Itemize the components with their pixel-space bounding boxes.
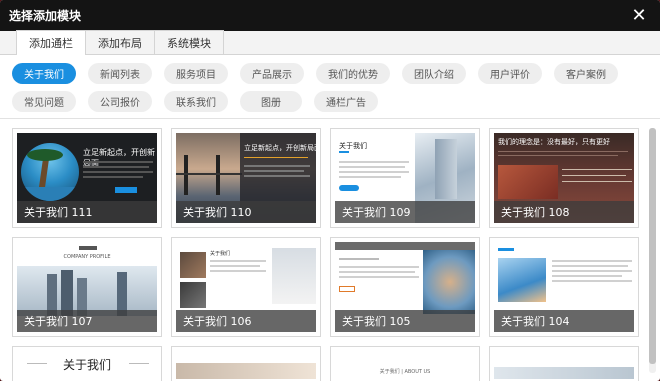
template-caption: 关于我们 106 (176, 310, 316, 332)
template-headline: COMPANY PROFILE (63, 254, 111, 260)
template-headline: 关于我们 (210, 251, 231, 257)
category-filter: 关于我们 新闻列表 服务项目 产品展示 我们的优势 团队介绍 用户评价 客户案例… (0, 55, 660, 112)
template-caption: 关于我们 107 (17, 310, 157, 332)
category-products[interactable]: 产品展示 (240, 63, 304, 84)
template-card-100[interactable] (489, 346, 639, 381)
template-headline: 立足新起点，开创新局面 (244, 144, 316, 152)
close-icon[interactable]: ✕ (630, 6, 648, 25)
template-card-108[interactable]: 我们的理念是：没有最好，只有更好 关于我们 108 (489, 128, 639, 228)
template-headline: 关于我们 (339, 142, 367, 150)
template-card-101[interactable]: 关于我们 | ABOUT US (330, 346, 480, 381)
template-caption: 关于我们 105 (335, 310, 475, 332)
template-caption: 关于我们 109 (335, 201, 475, 223)
grid-scrollbar[interactable] (649, 128, 656, 373)
tab-add-banner[interactable]: 添加通栏 (16, 30, 86, 55)
category-reviews[interactable]: 用户评价 (478, 63, 542, 84)
category-about-us[interactable]: 关于我们 (12, 63, 76, 84)
template-thumbnail (494, 367, 634, 379)
template-headline: 关于我们 (62, 358, 111, 372)
template-card-105[interactable]: 关于我们 105 (330, 237, 480, 337)
category-team[interactable]: 团队介绍 (402, 63, 466, 84)
template-caption: 关于我们 110 (176, 201, 316, 223)
template-card-106[interactable]: 关于我们 关于我们 106 (171, 237, 321, 337)
template-thumbnail (176, 363, 316, 379)
template-card-102[interactable] (171, 346, 321, 381)
template-headline: 我们的理念是：没有最好，只有更好 (498, 138, 610, 146)
template-caption: 关于我们 111 (17, 201, 157, 223)
category-faq[interactable]: 常见问题 (12, 90, 76, 112)
template-grid: 立足新起点，开创新局面 关于我们 111 立足新起点，开创新局面 关于我们 11… (12, 128, 646, 381)
template-card-104[interactable]: 关于我们 104 (489, 237, 639, 337)
category-banner-ad[interactable]: 通栏广告 (314, 90, 378, 112)
template-thumbnail: 关于我们 104 (494, 242, 634, 332)
template-grid-area: 立足新起点，开创新局面 关于我们 111 立足新起点，开创新局面 关于我们 11… (12, 128, 646, 381)
template-thumbnail: 关于我们 105 (335, 242, 475, 332)
tab-system-modules[interactable]: 系统模块 (155, 30, 224, 54)
template-card-110[interactable]: 立足新起点，开创新局面 关于我们 110 (171, 128, 321, 228)
template-thumbnail: 关于我们 关于我们 106 (176, 242, 316, 332)
template-card-109[interactable]: 关于我们 关于我们 109 (330, 128, 480, 228)
category-cases[interactable]: 客户案例 (554, 63, 618, 84)
template-card-103[interactable]: 关于我们 (12, 346, 162, 381)
category-gallery[interactable]: 图册 (240, 90, 302, 112)
template-thumbnail: COMPANY PROFILE 关于我们 107 (17, 242, 157, 332)
template-thumbnail: 关于我们 关于我们 109 (335, 133, 475, 223)
template-thumbnail: 立足新起点，开创新局面 关于我们 110 (176, 133, 316, 223)
tab-add-layout[interactable]: 添加布局 (86, 30, 155, 54)
dialog-title: 选择添加模块 (9, 9, 82, 23)
tab-bar: 添加通栏 添加布局 系统模块 (0, 30, 660, 55)
scrollbar-thumb[interactable] (649, 128, 656, 364)
template-card-107[interactable]: COMPANY PROFILE 关于我们 107 (12, 237, 162, 337)
template-caption: 关于我们 104 (494, 310, 634, 332)
divider (0, 118, 660, 119)
dialog-titlebar: 选择添加模块 ✕ (0, 0, 660, 31)
template-thumbnail: 立足新起点，开创新局面 关于我们 111 (17, 133, 157, 223)
category-advantages[interactable]: 我们的优势 (316, 63, 390, 84)
template-headline: 关于我们 | ABOUT US (379, 369, 431, 375)
template-card-111[interactable]: 立足新起点，开创新局面 关于我们 111 (12, 128, 162, 228)
category-pricing[interactable]: 公司报价 (88, 90, 152, 112)
category-contact[interactable]: 联系我们 (164, 90, 228, 112)
category-services[interactable]: 服务项目 (164, 63, 228, 84)
add-module-dialog: 选择添加模块 ✕ 添加通栏 添加布局 系统模块 关于我们 新闻列表 服务项目 产… (0, 0, 660, 381)
category-news-list[interactable]: 新闻列表 (88, 63, 152, 84)
template-caption: 关于我们 108 (494, 201, 634, 223)
template-thumbnail: 我们的理念是：没有最好，只有更好 关于我们 108 (494, 133, 634, 223)
